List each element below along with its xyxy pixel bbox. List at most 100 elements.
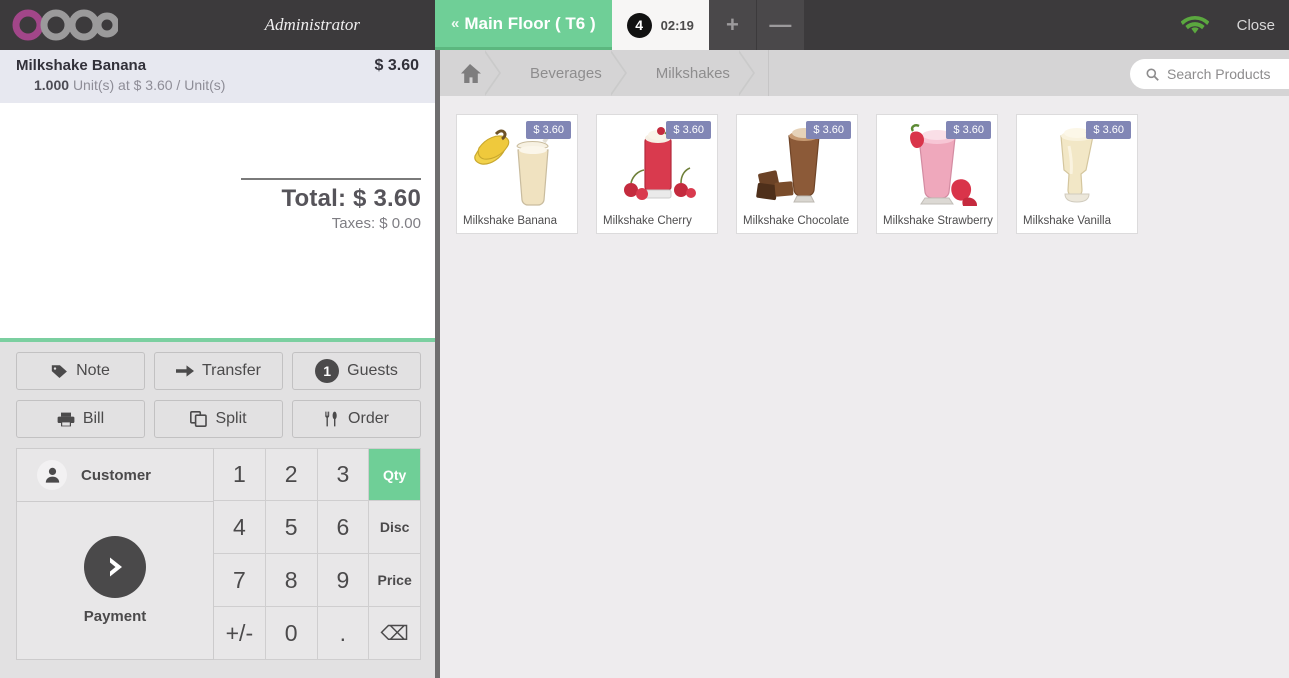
tab-main-floor-label: Main Floor ( T6 ) xyxy=(464,13,596,33)
cutlery-icon xyxy=(324,411,340,427)
numpad-key-price[interactable]: Price xyxy=(369,554,421,607)
order-totals: Total: $ 3.60 Taxes: $ 0.00 xyxy=(241,178,421,232)
action-row-2: Bill Split Order xyxy=(16,400,421,438)
note-button[interactable]: Note xyxy=(16,352,145,390)
order-line-price: $ 3.60 xyxy=(374,57,419,74)
order-line-detail: 1.000 Unit(s) at $ 3.60 / Unit(s) xyxy=(16,77,419,93)
search-icon xyxy=(1146,68,1159,81)
breadcrumb: Beverages Milkshakes Search Products xyxy=(440,50,1289,96)
order-taxes-label: Taxes: $ 0.00 xyxy=(331,215,421,232)
payment-button-label: Payment xyxy=(83,608,147,625)
product-card[interactable]: $ 3.60 Milkshake Chocolate xyxy=(736,114,858,234)
odoo-logo xyxy=(12,9,118,41)
guests-button-label: Guests xyxy=(347,362,398,379)
customer-payment-column: Customer Payment xyxy=(16,448,214,660)
totals-divider xyxy=(241,178,421,180)
numpad-key-qty[interactable]: Qty xyxy=(369,448,421,501)
product-name: Milkshake Banana xyxy=(463,215,557,227)
order-line-header: Milkshake Banana $ 3.60 xyxy=(16,57,419,75)
numpad-key-8[interactable]: 8 xyxy=(265,554,318,607)
order-panel: Milkshake Banana $ 3.60 1.000 Unit(s) at… xyxy=(0,50,435,678)
pos-screen: Administrator « Main Floor ( T6 ) 4 02:1… xyxy=(0,0,1289,678)
numpad-key-2[interactable]: 2 xyxy=(265,448,318,501)
product-panel: Beverages Milkshakes Search Products $ 3… xyxy=(440,50,1289,678)
numpad-key-9[interactable]: 9 xyxy=(317,554,370,607)
breadcrumb-item-milkshakes-label: Milkshakes xyxy=(655,64,730,82)
numpad-key-5[interactable]: 5 xyxy=(265,501,318,554)
product-card[interactable]: $ 3.60 Milkshake Banana xyxy=(456,114,578,234)
odoo-logo-svg xyxy=(12,9,118,41)
order-line-quantity: 1.000 xyxy=(34,77,70,93)
order-timer-label: 02:19 xyxy=(660,17,694,33)
note-button-label: Note xyxy=(76,362,110,379)
product-name: Milkshake Vanilla xyxy=(1023,215,1111,227)
numpad-key-[interactable]: +/- xyxy=(214,607,266,660)
breadcrumb-home[interactable] xyxy=(440,50,501,96)
guest-count-badge: 1 xyxy=(315,359,340,383)
product-price-badge: $ 3.60 xyxy=(1086,121,1131,139)
numpad-key-3[interactable]: 3 xyxy=(317,448,370,501)
numpad-key-6[interactable]: 6 xyxy=(317,501,370,554)
product-price-badge: $ 3.60 xyxy=(946,121,991,139)
wifi-icon xyxy=(1180,16,1209,34)
topbar-right-group: Close xyxy=(1167,0,1289,50)
product-card[interactable]: $ 3.60 Milkshake Vanilla xyxy=(1016,114,1138,234)
close-button[interactable]: Close xyxy=(1223,0,1289,50)
transfer-button-label: Transfer xyxy=(202,362,261,379)
minus-icon: — xyxy=(769,12,792,37)
arrow-right-icon xyxy=(176,364,194,378)
guests-button[interactable]: 1 Guests xyxy=(292,352,421,390)
tag-icon xyxy=(51,364,68,379)
order-controls: Note Transfer 1 Guests Bill Split Order … xyxy=(0,342,435,678)
order-line-selected[interactable]: Milkshake Banana $ 3.60 1.000 Unit(s) at… xyxy=(0,50,435,103)
order-total-label: Total: $ 3.60 xyxy=(281,185,421,212)
person-icon xyxy=(37,460,67,490)
plus-icon: + xyxy=(725,12,739,37)
product-price-badge: $ 3.60 xyxy=(806,121,851,139)
customer-button[interactable]: Customer xyxy=(17,449,213,502)
copy-icon xyxy=(190,411,208,427)
chevron-right-icon xyxy=(84,536,146,598)
numpad-key-[interactable]: . xyxy=(317,607,370,660)
transfer-button[interactable]: Transfer xyxy=(154,352,283,390)
printer-icon xyxy=(57,412,75,427)
add-order-button[interactable]: + xyxy=(708,0,757,50)
product-name: Milkshake Chocolate xyxy=(743,215,850,227)
order-button[interactable]: Order xyxy=(292,400,421,438)
numpad-key-[interactable]: ⌫ xyxy=(369,607,421,660)
product-card[interactable]: $ 3.60 Milkshake Cherry xyxy=(596,114,718,234)
payment-button[interactable]: Payment xyxy=(17,502,213,659)
customer-button-label: Customer xyxy=(81,466,152,484)
product-card[interactable]: $ 3.60 Milkshake Strawberry xyxy=(876,114,998,234)
wifi-status-button[interactable] xyxy=(1167,15,1223,35)
remove-order-button[interactable]: — xyxy=(756,0,805,50)
split-button[interactable]: Split xyxy=(154,400,283,438)
numpad-key-4[interactable]: 4 xyxy=(214,501,266,554)
logo-area: Administrator xyxy=(0,0,435,50)
product-price-badge: $ 3.60 xyxy=(526,121,571,139)
breadcrumb-item-beverages[interactable]: Beverages xyxy=(500,50,627,96)
tab-strip: « Main Floor ( T6 ) 4 02:19 + — xyxy=(435,0,805,50)
numpad[interactable]: 1 2 3 Qty 4 5 6 Disc 7 8 9 Price +/- 0. ⌫ xyxy=(214,448,421,660)
order-line-unit-info: Unit(s) at $ 3.60 / Unit(s) xyxy=(72,77,226,93)
numpad-key-disc[interactable]: Disc xyxy=(369,501,421,554)
tab-main-floor[interactable]: « Main Floor ( T6 ) xyxy=(435,0,612,50)
numpad-key-1[interactable]: 1 xyxy=(214,448,266,501)
numpad-key-0[interactable]: 0 xyxy=(265,607,318,660)
numpad-area: Customer Payment 1 2 3 Qty 4 5 6 Disc 7 8 9 Price +/… xyxy=(16,448,421,660)
search-placeholder: Search Products xyxy=(1167,66,1271,82)
breadcrumb-item-milkshakes[interactable]: Milkshakes xyxy=(626,50,756,96)
split-button-label: Split xyxy=(215,410,247,427)
order-count-badge: 4 xyxy=(626,12,652,38)
order-button-label: Order xyxy=(348,410,389,427)
tab-order-active[interactable]: 4 02:19 xyxy=(611,0,709,50)
product-name: Milkshake Cherry xyxy=(603,215,692,227)
bill-button[interactable]: Bill xyxy=(16,400,145,438)
product-price-badge: $ 3.60 xyxy=(666,121,711,139)
breadcrumb-item-beverages-label: Beverages xyxy=(530,64,602,82)
home-icon xyxy=(461,63,481,83)
bill-button-label: Bill xyxy=(82,410,105,427)
product-name: Milkshake Strawberry xyxy=(883,215,993,227)
search-input[interactable]: Search Products xyxy=(1130,59,1289,89)
numpad-key-7[interactable]: 7 xyxy=(214,554,266,607)
